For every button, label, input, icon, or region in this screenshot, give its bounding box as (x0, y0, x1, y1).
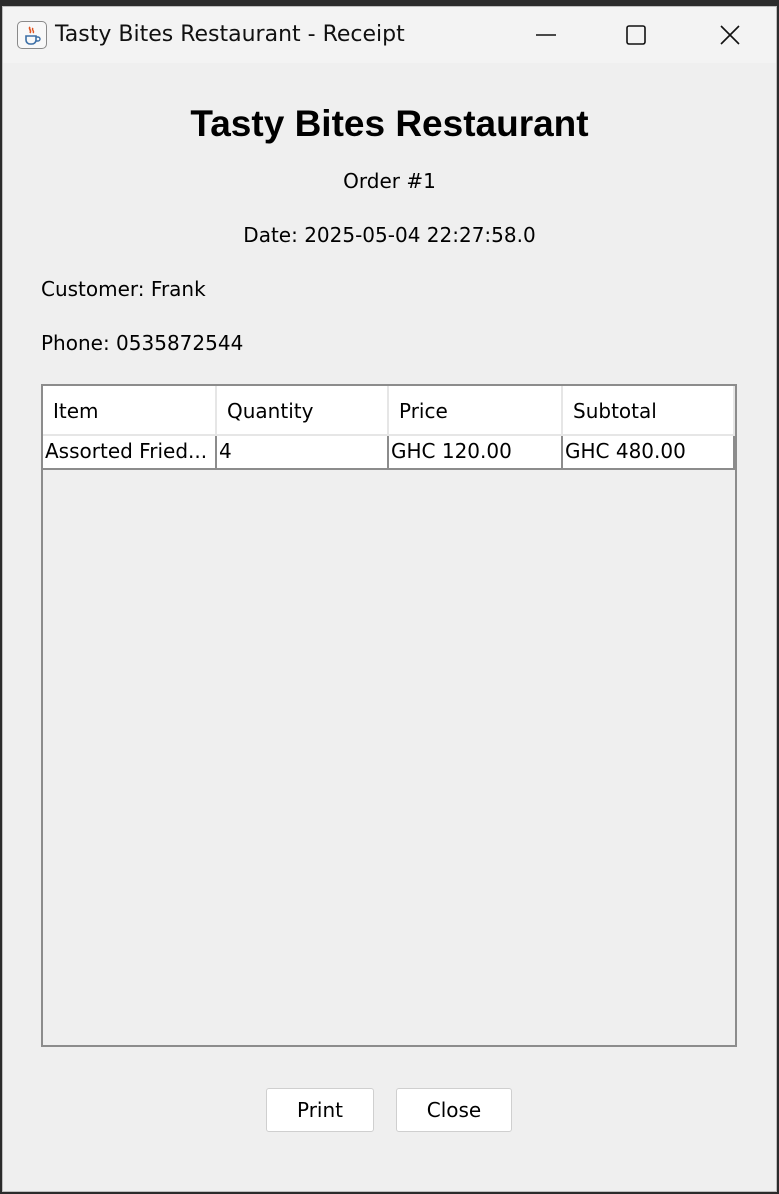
customer-phone: Phone: 0535872544 (41, 331, 244, 355)
cell-price[interactable]: GHC 120.00 (389, 436, 563, 468)
title-bar[interactable]: Tasty Bites Restaurant - Receipt (3, 7, 776, 63)
table-row[interactable]: Assorted Fried... 4 GHC 120.00 GHC 480.0… (43, 436, 735, 470)
maximize-button[interactable] (612, 15, 660, 55)
customer-name: Customer: Frank (41, 277, 206, 301)
minimize-button[interactable] (522, 15, 570, 55)
column-header-subtotal[interactable]: Subtotal (563, 386, 735, 436)
order-items-table[interactable]: Item Quantity Price Subtotal Assorted Fr… (41, 384, 737, 1047)
maximize-icon (626, 25, 646, 45)
minimize-icon (536, 34, 556, 36)
close-window-button[interactable] (706, 15, 754, 55)
window-title: Tasty Bites Restaurant - Receipt (55, 22, 405, 47)
order-date: Date: 2025-05-04 22:27:58.0 (243, 223, 536, 247)
print-button[interactable]: Print (266, 1088, 374, 1132)
order-number: Order #1 (343, 169, 436, 193)
table-header: Item Quantity Price Subtotal (43, 386, 735, 436)
column-header-price[interactable]: Price (389, 386, 563, 436)
close-icon (720, 25, 740, 45)
receipt-window: Tasty Bites Restaurant - Receipt Tasty B… (2, 6, 777, 1192)
close-button[interactable]: Close (396, 1088, 512, 1132)
column-header-quantity[interactable]: Quantity (217, 386, 389, 436)
java-cup-icon (17, 21, 47, 49)
cell-subtotal[interactable]: GHC 480.00 (563, 436, 735, 468)
cell-quantity[interactable]: 4 (217, 436, 389, 468)
cell-item[interactable]: Assorted Fried... (43, 436, 217, 468)
restaurant-name-heading: Tasty Bites Restaurant (190, 103, 589, 144)
column-header-item[interactable]: Item (43, 386, 217, 436)
